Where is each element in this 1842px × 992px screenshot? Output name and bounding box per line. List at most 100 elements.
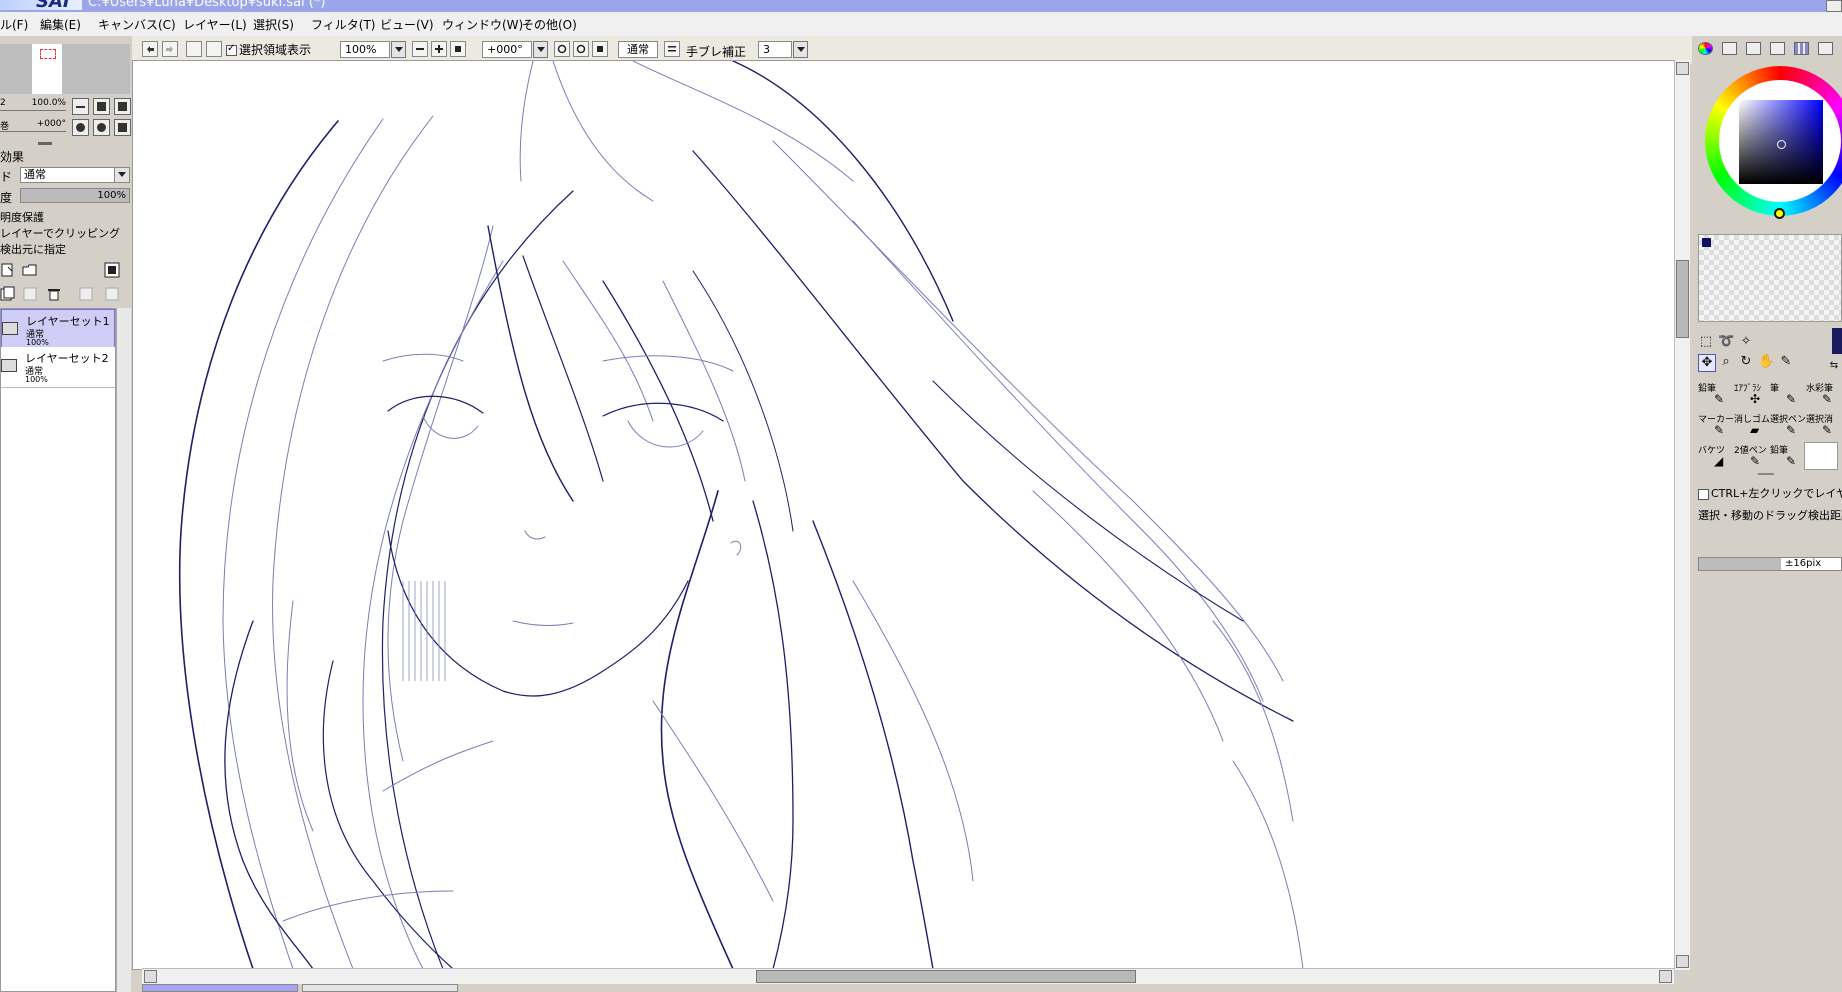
canvas-horizontal-scrollbar[interactable]	[142, 968, 1674, 984]
navigator-angle-slider[interactable]: 巻 +000°	[0, 119, 68, 132]
scroll-right-arrow[interactable]	[1659, 970, 1672, 983]
menu-item-6[interactable]: ビュー(V)	[380, 16, 434, 33]
brush-slot[interactable]: 選択ペン ✎	[1768, 411, 1806, 439]
stabilizer-dropdown[interactable]	[793, 41, 808, 58]
scroll-up-arrow[interactable]	[1676, 62, 1689, 75]
mixer-tab-icon[interactable]	[1770, 42, 1785, 55]
clear-layer-icon[interactable]	[22, 286, 38, 302]
zoom-in-button[interactable]	[431, 41, 447, 57]
layer-row[interactable]: レイヤーセット1 通常 100%	[1, 309, 115, 349]
magic-wand-icon[interactable]: ✧	[1738, 334, 1754, 350]
menu-item-7[interactable]: ウィンドウ(W)	[442, 16, 523, 33]
rect-select-tool-icon[interactable]: ⬚	[1698, 334, 1714, 350]
deselect-button[interactable]	[186, 41, 202, 57]
brush-slot[interactable]: 鉛筆 ✎	[1768, 442, 1802, 470]
copy-layer-icon[interactable]	[0, 286, 16, 302]
ctrl-click-option[interactable]: CTRL+左クリックでレイヤー選	[1698, 485, 1842, 501]
brush-slot[interactable]: 2値ペン ✎	[1732, 442, 1767, 470]
drawing-canvas[interactable]	[133, 61, 1674, 969]
brush-grid-splitter[interactable]	[1758, 473, 1774, 475]
brush-slot[interactable]: 筆 ✎	[1768, 380, 1802, 408]
hand-tool-icon[interactable]: ✋	[1758, 354, 1774, 370]
scratchpad-tab-icon[interactable]	[1818, 42, 1833, 55]
primary-color-swatch[interactable]	[1832, 328, 1842, 354]
brush-slot[interactable]: 選択消 ✎	[1804, 411, 1838, 439]
vertical-scroll-thumb[interactable]	[1676, 260, 1689, 338]
layer-opacity-slider[interactable]: 100%	[20, 188, 130, 203]
zoom-reset-button[interactable]	[450, 41, 466, 57]
selection-source-option[interactable]: 検出元に指定	[0, 241, 66, 257]
color-wheel[interactable]	[1705, 66, 1842, 219]
navigator-thumbnail[interactable]	[0, 44, 130, 94]
brush-slot[interactable]: 水彩筆 ✎	[1804, 380, 1838, 408]
nav-rotate-left-button[interactable]	[72, 119, 89, 136]
brush-slot[interactable]: ｴｱﾌﾞﾗｼ ✣	[1732, 380, 1766, 408]
swatch-color[interactable]	[1702, 238, 1711, 247]
brush-slot[interactable]: バケツ ◢	[1696, 442, 1730, 470]
menu-item-1[interactable]: 編集(E)	[40, 16, 81, 33]
menu-item-0[interactable]: ル(F)	[0, 16, 28, 33]
rotate-tool-icon[interactable]: ↻	[1738, 354, 1754, 370]
eyedropper-icon[interactable]: ✎	[1778, 354, 1794, 370]
invert-selection-button[interactable]	[206, 41, 222, 57]
horizontal-scroll-thumb[interactable]	[756, 970, 1136, 983]
hsv-slider-tab-icon[interactable]	[1746, 42, 1761, 55]
stabilizer-field[interactable]: 3	[758, 41, 792, 58]
menu-item-4[interactable]: 選択(S)	[253, 16, 294, 33]
color-picker-marker[interactable]	[1777, 140, 1786, 149]
minimize-button[interactable]	[1826, 0, 1842, 12]
brush-slot[interactable]: 鉛筆 ✎	[1696, 380, 1730, 408]
rotation-reset-button[interactable]	[592, 41, 608, 57]
selection-display-checkbox[interactable]	[226, 43, 237, 56]
clipping-option[interactable]: レイヤーでクリッピング	[0, 225, 120, 241]
flip-horizontal-button[interactable]	[664, 41, 680, 57]
brush-slot[interactable]: 消しゴム ▰	[1732, 411, 1770, 439]
zoom-dropdown[interactable]	[391, 41, 406, 58]
new-folder-icon[interactable]	[22, 262, 38, 278]
zoom-field[interactable]: 100%	[340, 41, 390, 58]
document-tab-active[interactable]	[142, 984, 298, 992]
zoom-tool-icon[interactable]: ⌕	[1718, 354, 1734, 370]
navigator-zoom-slider[interactable]: 2 100.0%	[0, 98, 68, 111]
rotate-right-button[interactable]	[573, 41, 589, 57]
color-swatches[interactable]	[1698, 234, 1842, 322]
menu-item-3[interactable]: レイヤー(L)	[183, 16, 247, 33]
selection-display-toggle[interactable]: 選択領域表示	[226, 41, 311, 58]
panel-splitter[interactable]	[38, 142, 52, 145]
canvas-vertical-scrollbar[interactable]	[1674, 60, 1690, 970]
canvas-area[interactable]	[132, 60, 1689, 970]
brush-slot[interactable]	[1804, 442, 1838, 470]
nav-zoom-in-button[interactable]	[93, 98, 110, 115]
swap-colors-icon[interactable]: ⇆	[1826, 358, 1842, 374]
document-tab[interactable]	[302, 984, 458, 992]
swatch-tab-icon[interactable]	[1794, 42, 1809, 55]
rotate-left-button[interactable]	[554, 41, 570, 57]
redo-button[interactable]	[162, 41, 178, 57]
nav-zoom-out-button[interactable]	[72, 98, 89, 115]
lasso-tool-icon[interactable]: ➰	[1718, 334, 1734, 350]
merge-down-icon[interactable]	[104, 286, 120, 302]
layer-blend-mode-dropdown[interactable]: 通常	[20, 167, 130, 183]
drag-distance-slider[interactable]: ±16pix	[1698, 557, 1842, 571]
rotation-field[interactable]: +000°	[482, 41, 532, 58]
nav-rotate-right-button[interactable]	[93, 119, 110, 136]
rotation-dropdown[interactable]	[533, 41, 548, 58]
move-tool-icon[interactable]: ✥	[1698, 354, 1716, 372]
rgb-slider-tab-icon[interactable]	[1722, 42, 1737, 55]
new-layer-icon[interactable]	[0, 262, 16, 278]
blend-mode-field[interactable]: 通常	[618, 41, 658, 58]
nav-zoom-reset-button[interactable]	[114, 98, 131, 115]
color-wheel-tab-icon[interactable]	[1698, 42, 1713, 55]
layer-mask-icon[interactable]	[104, 262, 120, 278]
menu-item-2[interactable]: キャンバス(C)	[98, 16, 176, 33]
layer-row[interactable]: レイヤーセット2 通常 100%	[1, 347, 115, 388]
nav-rotate-reset-button[interactable]	[114, 119, 131, 136]
menu-item-8[interactable]: その他(O)	[522, 16, 577, 33]
zoom-out-button[interactable]	[412, 41, 428, 57]
undo-button[interactable]	[142, 41, 158, 57]
menu-item-5[interactable]: フィルタ(T)	[311, 16, 375, 33]
protect-alpha-option[interactable]: 明度保護	[0, 209, 44, 225]
layer-list-scrollbar[interactable]	[116, 308, 131, 992]
trash-icon[interactable]	[46, 286, 62, 302]
ctrl-click-checkbox[interactable]	[1698, 488, 1709, 500]
